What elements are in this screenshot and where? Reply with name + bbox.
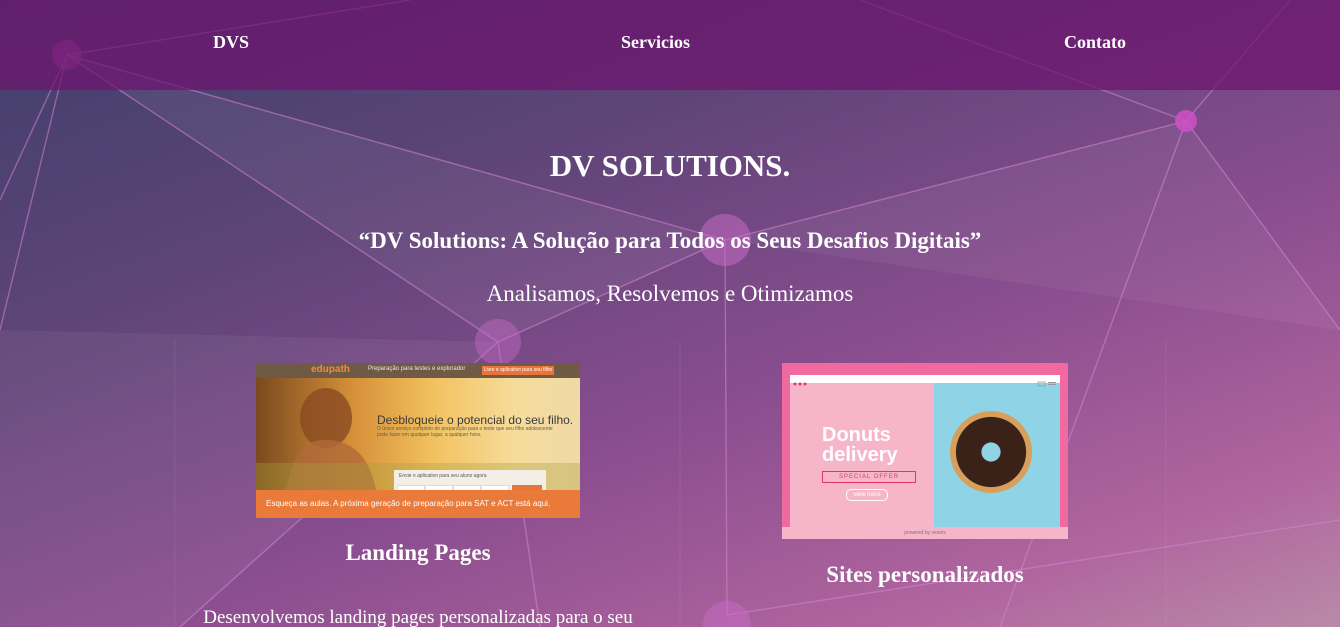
custom-sites-title: Sites personalizados [826,562,1024,587]
preview-headline: Desbloqueie o potencial do seu filho. [377,413,574,427]
nav-brand-link[interactable]: DVS [213,32,249,53]
preview-subtext: O único serviço completo de preparação p… [377,426,553,438]
donut-graphic [950,411,1032,493]
preview-footer-text: Esqueça as aulas. A próxima geração de p… [266,499,551,508]
hero-title: DV SOLUTIONS. [549,148,791,183]
landing-page-preview-image: edupath Preparação para testes e explora… [256,363,580,518]
preview-topbar: edupath Preparação para testes e explora… [256,363,580,378]
preview-form-label: Envie o aplicativo para seu aluno agora [399,473,487,479]
preview-logo: edupath [311,364,350,375]
preview-browser-bar [790,375,1060,387]
nav-contact-link[interactable]: Contato [1064,32,1126,53]
preview-headline-line1: Donuts [822,424,891,446]
hero-quote: “DV Solutions: A Solução para Todos os S… [358,228,982,253]
preview-topnav-text: Preparação para testes e explorador [368,366,466,372]
network-background [0,0,1340,627]
preview-hero-photo: Desbloqueie o potencial do seu filho. O … [256,378,580,498]
landing-pages-title: Landing Pages [345,540,491,565]
preview-cta-button: Livre e aplicativo para seu filho [482,366,554,375]
top-navbar: DVS Servicios Contato [0,0,1340,90]
nav-services-link[interactable]: Servicios [621,32,690,53]
preview-offer-badge: SPECIAL OFFER [822,471,916,483]
browser-dots-icon [793,381,1056,387]
preview-footer: powered by vexels [782,527,1068,539]
custom-sites-preview-image: Donuts delivery SPECIAL OFFER view more … [782,363,1068,539]
landing-pages-description: Desenvolvemos landing pages personalizad… [203,607,633,627]
hero-tagline: Analisamos, Resolvemos e Otimizamos [486,281,854,306]
preview-footer-banner: Esqueça as aulas. A próxima geração de p… [256,490,580,518]
preview-headline: Donuts delivery [822,425,898,465]
preview-headline-line2: delivery [822,444,898,466]
preview-view-more-button: view more [846,489,888,501]
